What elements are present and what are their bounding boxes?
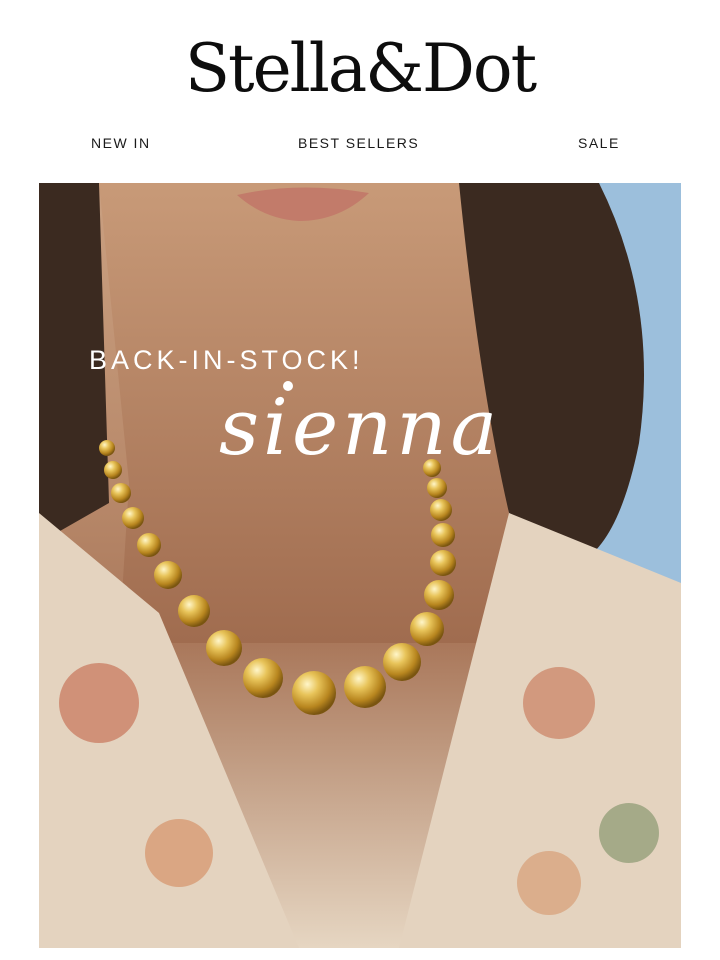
main-nav: NEW IN BEST SELLERS SALE (0, 135, 720, 155)
nav-item-best-sellers[interactable]: BEST SELLERS (298, 135, 419, 151)
hero-title: sienna (219, 383, 502, 473)
brand-logo-text: Stella&Dot (184, 29, 537, 107)
brand-logo[interactable]: Stella&Dot (0, 18, 720, 118)
nav-item-new-in[interactable]: NEW IN (91, 135, 151, 151)
nav-item-sale[interactable]: SALE (578, 135, 620, 151)
hero-image (39, 183, 681, 948)
hero-eyebrow: BACK-IN-STOCK! (89, 345, 364, 375)
hero-banner[interactable]: BACK-IN-STOCK! sienna (39, 183, 681, 948)
